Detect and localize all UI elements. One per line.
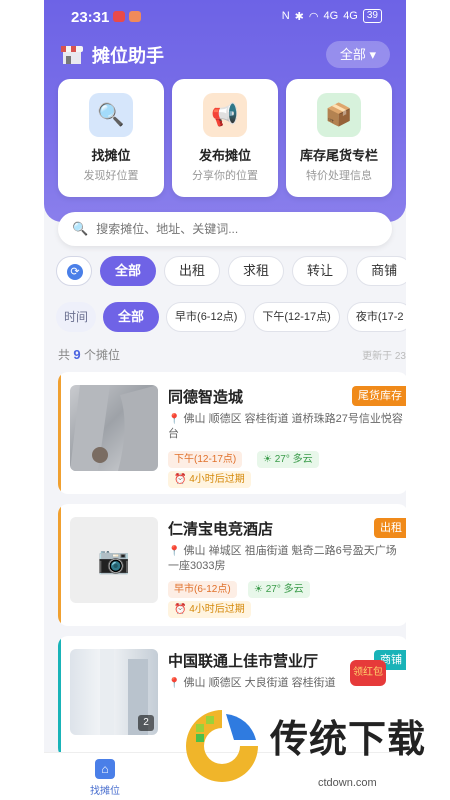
watermark: 传统下载 ctdown.com: [180, 700, 425, 800]
time-chip-all[interactable]: 全部: [103, 302, 160, 332]
notification-icon: [113, 11, 125, 22]
wifi-icon: ◠: [308, 10, 319, 23]
bluetooth-icon: ✱: [294, 10, 304, 23]
expire-text: 4小时后过期: [189, 604, 245, 615]
message-icon: [129, 11, 141, 22]
watermark-text: 传统下载: [270, 719, 427, 761]
status-bar: 23:31 N ✱ ◠ 4G 4G 39: [44, 0, 406, 34]
card-subtitle: 发现好位置: [83, 170, 139, 182]
listing-tag: 出租: [374, 518, 406, 538]
location-pin-icon: 📍: [168, 414, 181, 425]
stall-icon: [60, 44, 84, 66]
time-pill: 早市(6-12点): [168, 581, 237, 598]
expire-text: 4小时后过期: [189, 474, 245, 485]
card-accent: [58, 504, 61, 626]
clock-icon: ⏰: [174, 604, 190, 615]
publish-stall-card[interactable]: 📢 发布摊位 分享你的位置: [172, 79, 278, 197]
location-pin-icon: 📍: [168, 546, 181, 557]
megaphone-icon: 📢: [203, 93, 247, 137]
weather-pill: ☀ 27° 多云: [257, 451, 319, 468]
magnifier-icon: 🔍: [89, 93, 133, 137]
location-pin-icon: 📍: [168, 678, 181, 689]
listing-tag: 尾货库存: [352, 386, 406, 406]
address-text: 佛山 顺德区 容桂街道 道桥珠路27号信业悦容台: [168, 413, 403, 440]
listing-address: 📍 佛山 禅城区 祖庙街道 魁奇二路6号盈天广场一座3033房: [168, 544, 406, 574]
search-bar[interactable]: 🔍: [58, 212, 392, 246]
time-pill: 下午(12-17点): [168, 451, 243, 468]
refresh-icon: ⟳: [67, 264, 83, 280]
count-prefix: 共: [58, 348, 71, 362]
card-title: 库存尾货专栏: [299, 148, 378, 163]
expire-pill: ⏰ 4小时后过期: [168, 471, 251, 488]
battery-icon: 39: [362, 9, 382, 23]
sun-cloud-icon: ☀: [263, 454, 275, 465]
card-accent: [58, 372, 61, 494]
weather-text: 27° 多云: [265, 584, 304, 595]
filter-dropdown-button[interactable]: 全部 ▾: [326, 41, 390, 68]
time-chip-morning[interactable]: 早市(6-12点): [166, 302, 247, 332]
address-text: 佛山 顺德区 大良街道 容桂街道: [183, 677, 336, 689]
chip-shop[interactable]: 商铺: [356, 256, 406, 286]
card-title: 发布摊位: [198, 148, 251, 163]
weather-pill: ☀ 27° 多云: [248, 581, 310, 598]
time-label: 时间: [56, 302, 97, 332]
card-accent: [58, 636, 61, 758]
sun-cloud-icon: ☀: [254, 584, 266, 595]
signal-icon-2: 4G: [343, 10, 358, 22]
interior-photo: 2: [70, 649, 158, 735]
feature-cards: 🔍 找摊位 发现好位置 📢 发布摊位 分享你的位置 📦 库存尾货专栏 特价处理信…: [58, 79, 392, 197]
placeholder-image: 📷: [70, 517, 158, 603]
status-icons: N ✱ ◠ 4G 4G 39: [282, 9, 382, 23]
box-icon: 📦: [317, 93, 361, 137]
chip-all[interactable]: 全部: [100, 256, 157, 286]
chip-transfer[interactable]: 转让: [292, 256, 349, 286]
address-text: 佛山 禅城区 祖庙街道 魁奇二路6号盈天广场一座3033房: [168, 545, 397, 572]
weather-text: 27° 多云: [274, 454, 313, 465]
app-header: 摊位助手: [60, 42, 164, 68]
watermark-url: ctdown.com: [318, 777, 377, 789]
type-filter-row: ⟳ 全部 出租 求租 转让 商铺 摊: [56, 256, 406, 286]
watermark-logo: [186, 710, 258, 782]
nav-label: 找摊位: [90, 786, 120, 797]
time-chip-afternoon[interactable]: 下午(12-17点): [253, 302, 340, 332]
card-subtitle: 特价处理信息: [306, 170, 372, 182]
updated-time: 更新于 23: [362, 351, 406, 362]
time-filter-row: 时间 全部 早市(6-12点) 下午(12-17点) 夜市(17-2: [56, 302, 406, 332]
count-suffix: 个摊位: [83, 348, 120, 362]
listing-card[interactable]: 📷 仁清宝电竞酒店 出租 📍 佛山 禅城区 祖庙街道 魁奇二路6号盈天广场一座3…: [58, 504, 406, 626]
listing-address: 📍 佛山 顺德区 容桂街道 道桥珠路27号信业悦容台: [168, 412, 406, 442]
chip-seek-rent[interactable]: 求租: [228, 256, 285, 286]
status-time: 23:31: [71, 9, 110, 26]
chip-rent-out[interactable]: 出租: [164, 256, 221, 286]
image-count-badge: 2: [138, 715, 154, 731]
home-icon: ⌂: [95, 759, 115, 779]
page-title: 摊位助手: [92, 46, 164, 66]
nfc-icon: N: [281, 10, 290, 22]
camera-icon: 📷: [97, 545, 131, 575]
time-chip-night[interactable]: 夜市(17-2: [346, 302, 406, 332]
clock-icon: ⏰: [174, 474, 190, 485]
signal-icon: 4G: [323, 10, 339, 22]
listing-title: 仁清宝电竞酒店: [168, 521, 274, 538]
listing-count: 共 9 个摊位: [58, 346, 120, 363]
listing-title: 中国联通上佳市营业厅: [168, 653, 319, 670]
nav-find-stall[interactable]: ⌂ 找摊位: [88, 759, 122, 797]
card-title: 找摊位: [91, 148, 131, 163]
refresh-button[interactable]: ⟳: [56, 256, 92, 286]
clearance-stock-card[interactable]: 📦 库存尾货专栏 特价处理信息: [286, 79, 392, 197]
expire-pill: ⏰ 4小时后过期: [168, 601, 251, 618]
card-subtitle: 分享你的位置: [192, 170, 258, 182]
find-stall-card[interactable]: 🔍 找摊位 发现好位置: [58, 79, 164, 197]
red-packet-button[interactable]: 领红包: [350, 660, 386, 686]
search-icon: 🔍: [72, 221, 89, 236]
listing-card[interactable]: 同德智造城 尾货库存 📍 佛山 顺德区 容桂街道 道桥珠路27号信业悦容台 下午…: [58, 372, 406, 494]
cloth-photo: [70, 385, 158, 471]
listing-title: 同德智造城: [168, 389, 244, 406]
count-number: 9: [73, 347, 81, 362]
search-input[interactable]: [96, 222, 357, 236]
